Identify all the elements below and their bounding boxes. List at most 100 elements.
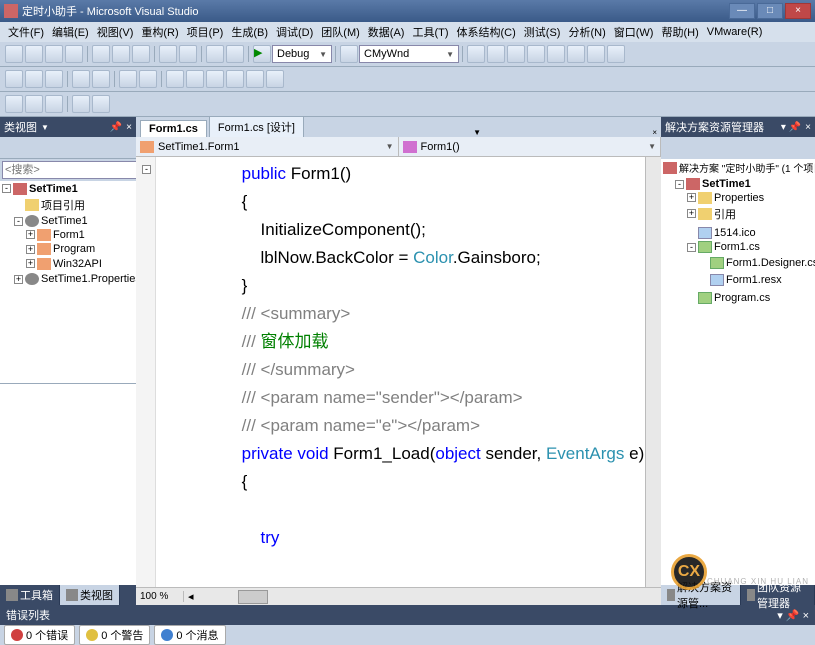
- menu-debug[interactable]: 调试(D): [272, 22, 317, 42]
- cv-fwd-icon[interactable]: [21, 140, 37, 156]
- tb-icon-h[interactable]: [607, 45, 625, 63]
- zoom-level[interactable]: 100 %: [136, 591, 184, 602]
- outdent-icon[interactable]: [92, 70, 110, 88]
- tb-icon-g[interactable]: [587, 45, 605, 63]
- menu-refactor[interactable]: 重构(R): [137, 22, 182, 42]
- close-panel-icon[interactable]: ×: [805, 122, 811, 133]
- comment-icon[interactable]: [119, 70, 137, 88]
- tb2-k[interactable]: [266, 70, 284, 88]
- tab-form1-cs[interactable]: Form1.cs: [140, 120, 207, 137]
- menu-analyze[interactable]: 分析(N): [564, 22, 609, 42]
- tree-ref[interactable]: 项目引用: [41, 197, 85, 213]
- menu-view[interactable]: 视图(V): [93, 22, 138, 42]
- tb2-j[interactable]: [246, 70, 264, 88]
- save-all-icon[interactable]: [65, 45, 83, 63]
- sol-refresh-icon[interactable]: [682, 140, 698, 156]
- indent-icon[interactable]: [72, 70, 90, 88]
- pin-icon[interactable]: ▾ 📌: [781, 122, 801, 133]
- copy-icon[interactable]: [112, 45, 130, 63]
- uncomment-icon[interactable]: [139, 70, 157, 88]
- sol-refs[interactable]: 引用: [714, 206, 736, 222]
- sol-root[interactable]: 解决方案 "定时小助手" (1 个项目): [679, 160, 815, 175]
- pin-icon[interactable]: 📌: [110, 122, 122, 133]
- scroll-thumb[interactable]: [238, 590, 268, 604]
- tb-icon-b[interactable]: [487, 45, 505, 63]
- tb2-b[interactable]: [25, 70, 43, 88]
- outline-toggle[interactable]: -: [142, 165, 151, 174]
- search-input[interactable]: [2, 161, 150, 179]
- close-panel-icon[interactable]: ×: [126, 122, 132, 133]
- open-icon[interactable]: [25, 45, 43, 63]
- menu-test[interactable]: 测试(S): [520, 22, 565, 42]
- nav-member-combo[interactable]: Form1()▼: [399, 137, 662, 156]
- sol-designer[interactable]: Form1.Designer.cs: [726, 257, 815, 269]
- code-editor[interactable]: - public Form1() { InitializeComponent()…: [136, 157, 661, 587]
- tree-props[interactable]: SetTime1.Properties: [41, 273, 136, 285]
- class-tree[interactable]: -SetTime1 项目引用 -SetTime1 +Form1 +Program…: [0, 181, 136, 383]
- config-combo[interactable]: Debug▼: [272, 45, 332, 63]
- redo-icon[interactable]: [179, 45, 197, 63]
- menu-team[interactable]: 团队(M): [317, 22, 364, 42]
- tab-form1-design[interactable]: Form1.cs [设计]: [209, 116, 304, 137]
- tab-close-icon[interactable]: ×: [648, 128, 661, 137]
- menu-architecture[interactable]: 体系结构(C): [453, 22, 520, 42]
- tb3-e[interactable]: [92, 95, 110, 113]
- tb-icon-c[interactable]: [507, 45, 525, 63]
- close-button[interactable]: ×: [785, 3, 811, 19]
- find-icon[interactable]: [340, 45, 358, 63]
- sol-ico[interactable]: 1514.ico: [714, 227, 756, 239]
- solution-tree[interactable]: 解决方案 "定时小助手" (1 个项目) -SetTime1 +Properti…: [661, 159, 815, 585]
- step-into-icon[interactable]: [5, 95, 23, 113]
- new-project-icon[interactable]: [5, 45, 23, 63]
- nav-fwd-icon[interactable]: [226, 45, 244, 63]
- sol-props[interactable]: Properties: [714, 192, 764, 204]
- step-out-icon[interactable]: [45, 95, 63, 113]
- sol-program[interactable]: Program.cs: [714, 292, 770, 304]
- dropdown-icon[interactable]: ▼: [41, 123, 49, 132]
- cv-back-icon[interactable]: [3, 140, 19, 156]
- paste-icon[interactable]: [132, 45, 150, 63]
- vertical-scrollbar[interactable]: [645, 157, 661, 587]
- tree-win32[interactable]: Win32API: [53, 258, 102, 270]
- menu-window[interactable]: 窗口(W): [610, 22, 658, 42]
- cv-new-folder-icon[interactable]: [57, 140, 73, 156]
- tb2-c[interactable]: [45, 70, 63, 88]
- tree-program[interactable]: Program: [53, 243, 95, 255]
- target-combo[interactable]: CMyWnd▼: [359, 45, 459, 63]
- menu-edit[interactable]: 编辑(E): [48, 22, 93, 42]
- messages-filter[interactable]: 0 个消息: [154, 625, 225, 645]
- menu-data[interactable]: 数据(A): [364, 22, 409, 42]
- tree-root[interactable]: SetTime1: [29, 183, 78, 195]
- sol-properties-icon[interactable]: [718, 140, 734, 156]
- code-content[interactable]: public Form1() { InitializeComponent(); …: [160, 161, 644, 553]
- sol-code-icon[interactable]: [736, 140, 752, 156]
- undo-icon[interactable]: [159, 45, 177, 63]
- tb2-i[interactable]: [226, 70, 244, 88]
- tb-icon-e[interactable]: [547, 45, 565, 63]
- menu-project[interactable]: 项目(P): [183, 22, 228, 42]
- menu-vmware[interactable]: VMware(R): [703, 24, 767, 40]
- tb2-a[interactable]: [5, 70, 23, 88]
- tab-overflow-icon[interactable]: ▼: [469, 128, 485, 137]
- tb-icon-a[interactable]: [467, 45, 485, 63]
- sol-home-icon[interactable]: [664, 140, 680, 156]
- save-icon[interactable]: [45, 45, 63, 63]
- tb2-h[interactable]: [206, 70, 224, 88]
- breakpoint-icon[interactable]: [72, 95, 90, 113]
- tb-icon-d[interactable]: [527, 45, 545, 63]
- tab-toolbox[interactable]: 工具箱: [0, 585, 60, 605]
- cut-icon[interactable]: [92, 45, 110, 63]
- tab-classview[interactable]: 类视图: [60, 585, 120, 605]
- sol-resx[interactable]: Form1.resx: [726, 274, 782, 286]
- step-over-icon[interactable]: [25, 95, 43, 113]
- sol-proj[interactable]: SetTime1: [702, 178, 751, 190]
- minimize-button[interactable]: —: [729, 3, 755, 19]
- menu-tools[interactable]: 工具(T): [408, 22, 452, 42]
- bookmark-icon[interactable]: [166, 70, 184, 88]
- maximize-button[interactable]: □: [757, 3, 783, 19]
- tb-icon-f[interactable]: [567, 45, 585, 63]
- warnings-filter[interactable]: 0 个警告: [79, 625, 150, 645]
- nav-class-combo[interactable]: SetTime1.Form1▼: [136, 137, 399, 156]
- horizontal-scrollbar[interactable]: 100 % ◂: [136, 587, 661, 605]
- sol-form1[interactable]: Form1.cs: [714, 241, 760, 253]
